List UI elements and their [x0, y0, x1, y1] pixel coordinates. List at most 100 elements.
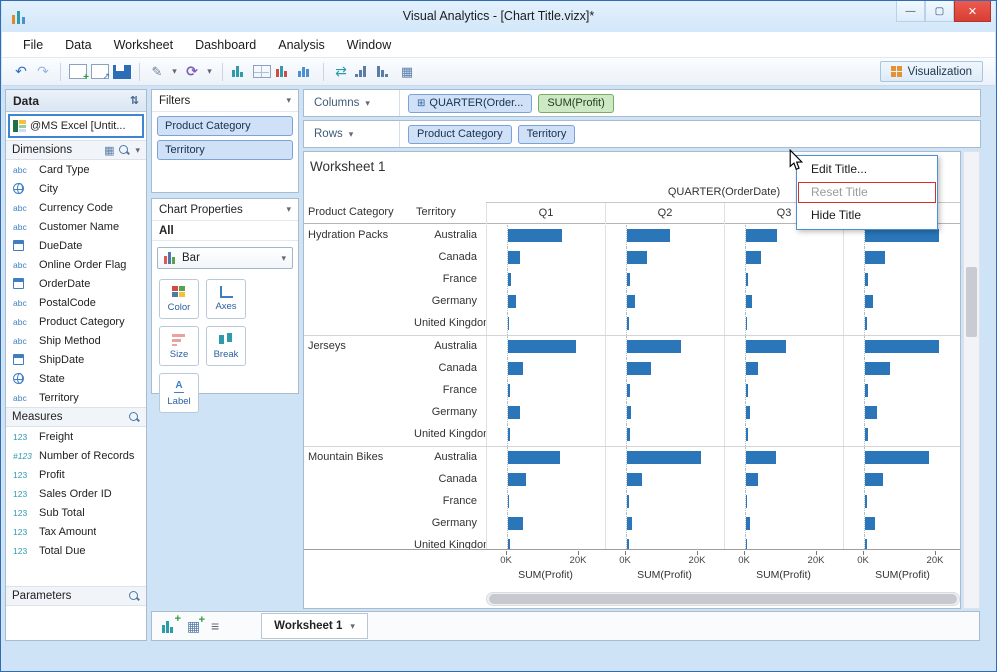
vertical-scrollbar-thumb[interactable] — [966, 267, 977, 337]
bar-cell[interactable] — [724, 402, 843, 424]
chevron-down-icon[interactable]: ▾ — [286, 204, 291, 215]
profit-bar[interactable] — [627, 473, 642, 486]
profit-bar[interactable] — [627, 362, 651, 375]
data-panel-header[interactable]: Data ⇅ — [6, 90, 146, 112]
bar-cell[interactable] — [724, 424, 843, 446]
color-button[interactable]: Color — [159, 279, 199, 319]
bar-cell[interactable] — [486, 380, 605, 402]
bar-cell[interactable] — [843, 247, 960, 269]
profit-bar[interactable] — [865, 362, 890, 375]
profit-bar[interactable] — [508, 539, 510, 549]
profit-bar[interactable] — [627, 406, 631, 419]
profit-bar[interactable] — [746, 295, 752, 308]
rows-shelf-label[interactable]: Rows ▾ — [304, 121, 400, 147]
bar-cell[interactable] — [486, 291, 605, 313]
columns-shelf[interactable]: Columns ▾ ⊞ QUARTER(Order... SUM(Profit) — [303, 89, 981, 117]
bar-cell[interactable] — [605, 225, 724, 247]
field-item[interactable]: ShipDate — [6, 350, 146, 369]
new-dashboard-icon[interactable]: ▦ — [187, 613, 205, 633]
bar-cell[interactable] — [724, 358, 843, 380]
table-icon[interactable]: ▦ — [104, 144, 114, 157]
worksheet-tab[interactable]: Worksheet 1 ▾ — [261, 613, 368, 639]
bar-cell[interactable] — [724, 313, 843, 335]
bar-cell[interactable] — [724, 469, 843, 491]
chevron-down-icon[interactable]: ▾ — [135, 145, 140, 156]
bar-cell[interactable] — [843, 291, 960, 313]
menu-dashboard[interactable]: Dashboard — [184, 32, 267, 57]
bar-cell[interactable] — [724, 269, 843, 291]
profit-bar[interactable] — [865, 473, 883, 486]
bar-cell[interactable] — [605, 402, 724, 424]
bar-cell[interactable] — [605, 535, 724, 549]
bar-cell[interactable] — [843, 491, 960, 513]
bar-cell[interactable] — [843, 269, 960, 291]
bar-cell[interactable] — [605, 469, 724, 491]
bar-cell[interactable] — [724, 291, 843, 313]
bar-cell[interactable] — [605, 269, 724, 291]
expand-plus-icon[interactable]: ⊞ — [417, 98, 425, 109]
profit-bar[interactable] — [865, 495, 867, 508]
profit-bar[interactable] — [865, 273, 868, 286]
profit-bar[interactable] — [865, 229, 939, 242]
profit-bar[interactable] — [627, 539, 629, 549]
profit-bar[interactable] — [508, 251, 520, 264]
profit-bar[interactable] — [746, 406, 750, 419]
bar-cell[interactable] — [724, 513, 843, 535]
title-bar[interactable]: Visual Analytics - [Chart Title.vizx]* —… — [2, 1, 995, 32]
profit-bar[interactable] — [627, 295, 635, 308]
profit-bar[interactable] — [746, 384, 748, 397]
redo-icon[interactable]: ↷ — [34, 62, 52, 82]
bar-cell[interactable] — [486, 447, 605, 469]
vertical-scrollbar[interactable] — [963, 151, 980, 609]
bar-cell[interactable] — [724, 380, 843, 402]
profit-bar[interactable] — [627, 495, 629, 508]
profit-bar[interactable] — [746, 362, 758, 375]
profit-bar[interactable] — [508, 406, 520, 419]
profit-bar[interactable] — [865, 384, 868, 397]
new-sheet-icon[interactable] — [69, 64, 89, 83]
profit-bar[interactable] — [627, 451, 701, 464]
context-menu-item[interactable]: Hide Title — [797, 204, 937, 227]
field-item[interactable]: abc PostalCode — [6, 293, 146, 312]
chevron-down-icon[interactable]: ▾ — [350, 621, 355, 632]
chart-type-select[interactable]: Bar ▾ — [157, 247, 293, 269]
chart-teal-icon[interactable] — [231, 65, 249, 78]
search-icon[interactable] — [129, 590, 140, 602]
design-icon[interactable]: ✎ — [148, 62, 166, 82]
field-item[interactable]: 123 Profit — [6, 465, 146, 484]
chevron-down-icon[interactable]: ▾ — [365, 98, 370, 109]
undo-icon[interactable]: ↶ — [12, 62, 30, 82]
swap-axes-icon[interactable]: ⇄ — [332, 62, 350, 82]
bar-cell[interactable] — [605, 336, 724, 358]
menu-file[interactable]: File — [12, 32, 54, 57]
menu-analysis[interactable]: Analysis — [267, 32, 336, 57]
bar-cell[interactable] — [486, 225, 605, 247]
profit-bar[interactable] — [865, 340, 939, 353]
filters-header[interactable]: Filters ▾ — [152, 90, 298, 112]
profit-bar[interactable] — [627, 251, 647, 264]
field-item[interactable]: abc Online Order Flag — [6, 255, 146, 274]
profit-bar[interactable] — [508, 317, 509, 330]
menu-window[interactable]: Window — [336, 32, 402, 57]
bar-cell[interactable] — [486, 269, 605, 291]
bar-cell[interactable] — [486, 247, 605, 269]
sort-asc-icon[interactable] — [354, 65, 372, 78]
field-item[interactable]: City — [6, 179, 146, 198]
field-item[interactable]: #123 Number of Records — [6, 446, 146, 465]
rows-shelf[interactable]: Rows ▾ Product Category Territory — [303, 120, 981, 148]
chevron-down-icon[interactable]: ▾ — [349, 129, 354, 140]
open-file-icon[interactable] — [91, 64, 110, 82]
profit-bar[interactable] — [627, 317, 629, 330]
save-icon[interactable] — [113, 64, 131, 79]
chart-red-icon[interactable] — [275, 65, 293, 78]
profit-bar[interactable] — [508, 362, 523, 375]
field-item[interactable]: 123 Total Due — [6, 541, 146, 560]
bar-cell[interactable] — [605, 424, 724, 446]
context-menu-item[interactable]: Edit Title... — [797, 158, 937, 181]
grid-small-icon[interactable]: ▦ — [398, 62, 416, 82]
bar-cell[interactable] — [605, 313, 724, 335]
profit-bar[interactable] — [746, 517, 750, 530]
shelf-pill[interactable]: ⊞ QUARTER(Order... — [408, 93, 533, 113]
profit-bar[interactable] — [865, 295, 873, 308]
size-button[interactable]: Size — [159, 326, 199, 366]
